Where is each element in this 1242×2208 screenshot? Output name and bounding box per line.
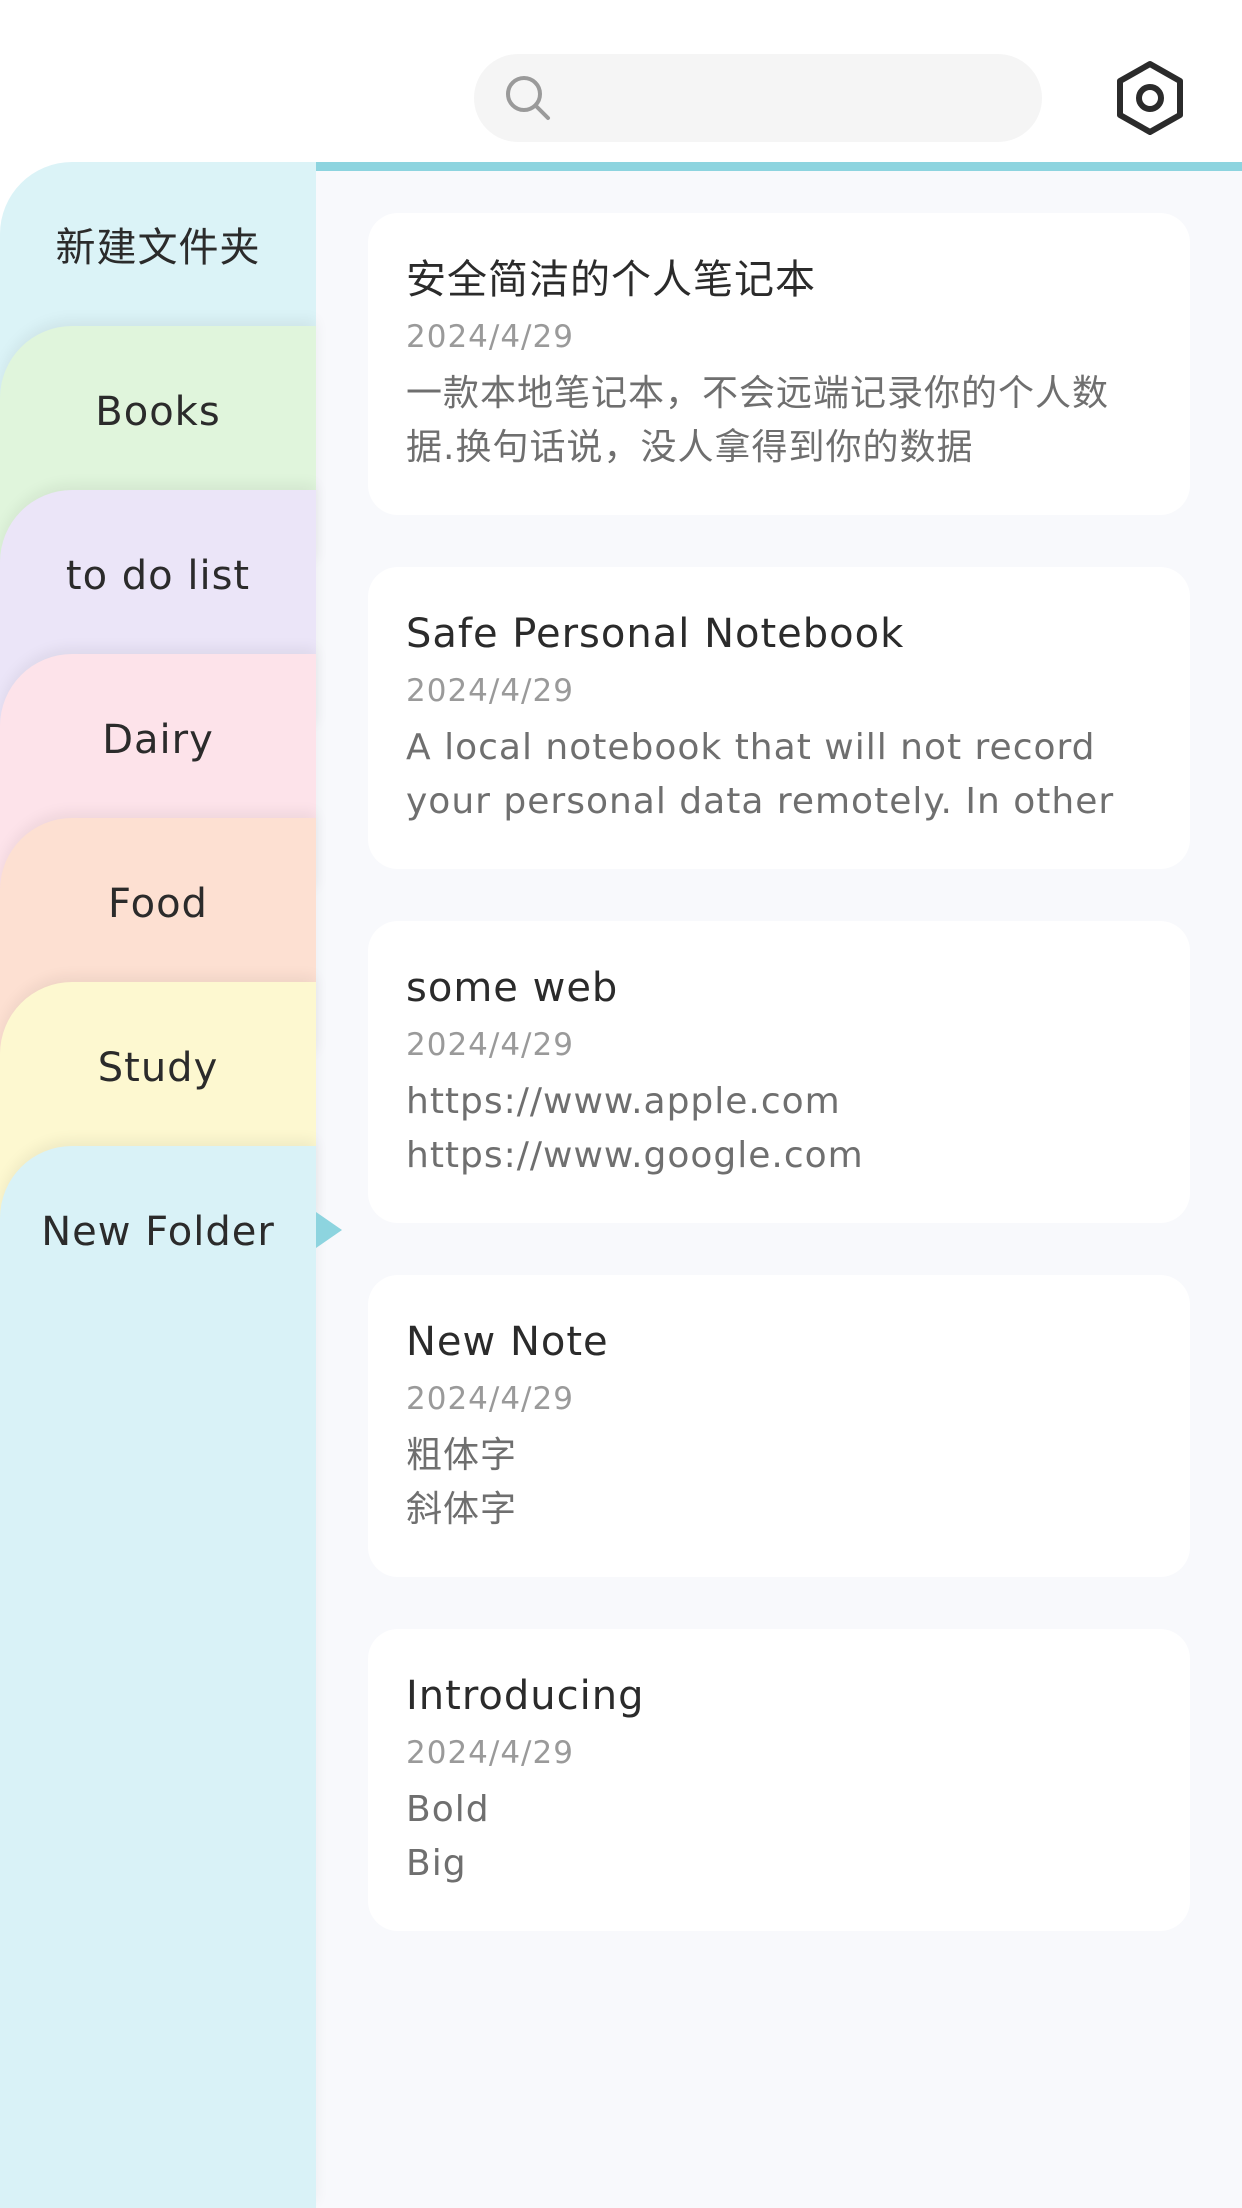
folder-label: to do list bbox=[65, 553, 251, 599]
note-card[interactable]: New Note 2024/4/29 粗体字 斜体字 bbox=[368, 1275, 1190, 1577]
note-title: 安全简洁的个人笔记本 bbox=[406, 257, 816, 303]
folder-label: 新建文件夹 bbox=[55, 225, 261, 271]
note-date: 2024/4/29 bbox=[406, 1027, 574, 1063]
selected-folder-indicator bbox=[316, 1212, 342, 1248]
folder-label: Dairy bbox=[102, 717, 214, 763]
note-card[interactable]: some web 2024/4/29 https://www.apple.com… bbox=[368, 921, 1190, 1223]
hexagon-gear-icon bbox=[1117, 61, 1183, 135]
note-preview: 粗体字 斜体字 bbox=[406, 1435, 518, 1530]
note-preview: Bold Big bbox=[406, 1789, 490, 1884]
note-title: Introducing bbox=[406, 1673, 645, 1719]
folder-tab-new-folder[interactable]: New Folder bbox=[0, 1146, 316, 2208]
note-card[interactable]: Introducing 2024/4/29 Bold Big bbox=[368, 1629, 1190, 1931]
note-title: some web bbox=[406, 965, 619, 1011]
folder-label: Food bbox=[108, 881, 208, 927]
note-preview: A local notebook that will not record yo… bbox=[406, 727, 1115, 822]
settings-button[interactable] bbox=[1114, 60, 1186, 136]
note-card[interactable]: Safe Personal Notebook 2024/4/29 A local… bbox=[368, 567, 1190, 869]
search-input[interactable] bbox=[474, 54, 1042, 142]
folder-label: New Folder bbox=[41, 1209, 275, 1255]
note-date: 2024/4/29 bbox=[406, 1381, 574, 1417]
note-preview: 一款本地笔记本，不会远端记录你的个人数 据.换句话说，没人拿得到你的数据 bbox=[406, 373, 1110, 468]
note-date: 2024/4/29 bbox=[406, 673, 574, 709]
panel-accent-line bbox=[316, 162, 1242, 171]
app-root: 安全简洁的个人笔记本 2024/4/29 一款本地笔记本，不会远端记录你的个人数… bbox=[0, 0, 1242, 2208]
folder-label: Study bbox=[97, 1045, 219, 1091]
note-title: New Note bbox=[406, 1319, 609, 1365]
note-preview: https://www.apple.com https://www.google… bbox=[406, 1081, 864, 1176]
note-date: 2024/4/29 bbox=[406, 1735, 574, 1771]
note-card[interactable]: 安全简洁的个人笔记本 2024/4/29 一款本地笔记本，不会远端记录你的个人数… bbox=[368, 213, 1190, 515]
folder-label: Books bbox=[95, 389, 221, 435]
notes-panel: 安全简洁的个人笔记本 2024/4/29 一款本地笔记本，不会远端记录你的个人数… bbox=[316, 171, 1242, 2208]
note-date: 2024/4/29 bbox=[406, 319, 574, 355]
search-icon bbox=[506, 76, 550, 120]
note-title: Safe Personal Notebook bbox=[406, 611, 905, 657]
